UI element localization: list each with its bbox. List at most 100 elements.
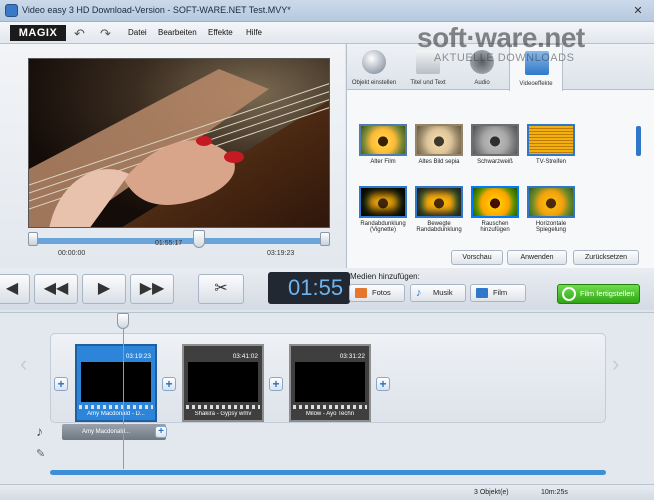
app-icon <box>5 4 18 17</box>
tab-label: Titel und Text <box>410 80 446 86</box>
finish-film-button[interactable]: Film fertigstellen <box>557 284 640 304</box>
in-marker-handle[interactable] <box>28 232 38 246</box>
effect-alter-film[interactable]: Alter Film <box>357 124 409 165</box>
clip-frame <box>295 362 365 402</box>
settings-icon <box>362 50 386 74</box>
fast-forward-button[interactable]: ▶▶ <box>130 274 174 304</box>
effect-label: Rauschen hinzufügen <box>480 221 510 233</box>
video-preview[interactable] <box>28 58 330 228</box>
add-music-button[interactable]: ♪ Musik <box>410 284 466 302</box>
project-length: 10m:25s <box>541 489 568 496</box>
clip-3[interactable]: 03:31:22 Milow - Ayo Techn <box>289 344 371 422</box>
transport-bar: ◀ ◀◀ ▶ ▶▶ ✂ 01:55 Medien hinzufügen: Fot… <box>0 268 654 310</box>
rewind-button[interactable]: ◀◀ <box>34 274 78 304</box>
media-add-label: Medien hinzufügen: <box>350 272 420 281</box>
insert-plus-icon[interactable]: + <box>155 426 167 438</box>
photo-icon <box>355 288 367 298</box>
finish-film-label: Film fertigstellen <box>580 289 635 298</box>
effect-label: Bewegte Randabdunklung <box>416 221 462 233</box>
clip-frame <box>188 362 258 402</box>
menu-hilfe[interactable]: Hilfe <box>246 28 262 37</box>
effect-label: Horizontale Spiegelung <box>535 221 567 233</box>
insert-plus-icon[interactable]: + <box>162 377 176 391</box>
add-film-label: Film <box>493 288 508 297</box>
effect-tv-streifen[interactable]: TV-Streifen <box>525 124 577 165</box>
effect-label: Schwarzweiß <box>477 159 513 165</box>
cut-scissors-button[interactable]: ✂ <box>198 274 244 304</box>
clip-duration: 03:31:22 <box>339 353 365 360</box>
music-track-icon: ♪ <box>36 423 43 439</box>
scissors-icon: ✂ <box>214 280 228 297</box>
effect-label: Randabdunklung (Vignette) <box>360 221 406 233</box>
title-bar: Video easy 3 HD Download-Version - SOFT-… <box>0 0 654 22</box>
audio-clip[interactable]: Amy Macdonald... <box>62 424 166 440</box>
close-icon[interactable]: ✕ <box>628 4 648 18</box>
watermark-tagline: AKTUELLE DOWNLOADS <box>434 52 575 64</box>
window-title: Video easy 3 HD Download-Version - SOFT-… <box>22 5 291 15</box>
watermark-logo: soft·ware.net <box>417 22 585 53</box>
film-perforation <box>186 405 260 409</box>
clip-frame <box>81 362 151 402</box>
timeline-playhead-handle[interactable] <box>117 313 129 329</box>
insert-plus-icon[interactable]: + <box>376 377 390 391</box>
timeline-playhead[interactable] <box>123 319 124 469</box>
effect-thumbnail <box>527 124 575 156</box>
effect-thumbnail <box>415 124 463 156</box>
clip-1[interactable]: 03:19:23 Amy Macdonald - D... <box>75 344 157 422</box>
undo-icon[interactable]: ↶ <box>74 26 85 42</box>
effect-thumbnail <box>359 124 407 156</box>
music-note-icon: ♪ <box>416 287 422 299</box>
clip-name: Amy Macdonald - D... <box>87 411 145 417</box>
insert-plus-icon[interactable]: + <box>269 377 283 391</box>
playhead-handle[interactable] <box>193 230 205 248</box>
out-marker-handle[interactable] <box>320 232 330 246</box>
chevron-left-icon[interactable]: ‹ <box>20 351 27 377</box>
insert-plus-icon[interactable]: + <box>54 377 68 391</box>
apply-button[interactable]: Anwenden <box>507 250 567 265</box>
add-photos-button[interactable]: Fotos <box>349 284 405 302</box>
tab-objekt-einstellen[interactable]: Objekt einstellen <box>347 44 401 90</box>
effect-label: Altes Bild sepia <box>418 159 460 165</box>
time-current: 01:55:17 <box>155 240 183 247</box>
menu-datei[interactable]: Datei <box>128 28 147 37</box>
skip-back-button[interactable]: ◀ <box>0 274 30 304</box>
clip-name: Shakira - Gypsy wmv <box>194 411 252 417</box>
chevron-right-icon[interactable]: › <box>612 351 619 377</box>
effect-schwarzweiss[interactable]: Schwarzweiß <box>469 124 521 165</box>
effect-thumbnail <box>527 186 575 218</box>
effect-rauschen-hinzufuegen[interactable]: Rauschen hinzufügen <box>469 186 521 233</box>
add-music-label: Musik <box>433 288 453 297</box>
effect-horizontale-spiegelung[interactable]: Horizontale Spiegelung <box>525 186 577 233</box>
effect-altes-bild-sepia[interactable]: Altes Bild sepia <box>413 124 465 165</box>
effect-bewegte-randabdunklung[interactable]: Bewegte Randabdunklung <box>413 186 465 233</box>
tab-label: Objekt einstellen <box>351 80 397 86</box>
reset-button[interactable]: Zurücksetzen <box>573 250 639 265</box>
menu-bearbeiten[interactable]: Bearbeiten <box>158 28 197 37</box>
effect-thumbnail <box>415 186 463 218</box>
effect-label: TV-Streifen <box>535 159 566 165</box>
effect-thumbnail <box>359 186 407 218</box>
effect-thumbnail <box>471 186 519 218</box>
redo-icon[interactable]: ↷ <box>100 26 111 42</box>
effects-scrollbar-thumb[interactable] <box>636 126 641 156</box>
status-bar: 3 Objekt(e) 10m:25s <box>0 484 654 500</box>
preview-panel: 00:00:00 01:55:17 03:19:23 <box>0 44 345 268</box>
voice-track-icon: ✎ <box>36 448 46 460</box>
clip-name: Milow - Ayo Techn <box>305 411 355 417</box>
film-icon <box>476 288 488 298</box>
effect-randabdunklung[interactable]: Randabdunklung (Vignette) <box>357 186 409 233</box>
clip-duration: 03:41:02 <box>232 353 258 360</box>
tab-label: Audio <box>474 80 490 86</box>
menu-effekte[interactable]: Effekte <box>208 28 233 37</box>
timeline-scrollbar[interactable] <box>50 470 606 475</box>
clip-2[interactable]: 03:41:02 Shakira - Gypsy wmv <box>182 344 264 422</box>
time-start: 00:00:00 <box>58 250 86 257</box>
play-button[interactable]: ▶ <box>82 274 126 304</box>
time-end: 03:19:23 <box>267 250 295 257</box>
effect-label: Alter Film <box>370 159 396 165</box>
tab-label: Videoeffekte <box>519 81 553 87</box>
preview-button[interactable]: Vorschau <box>451 250 503 265</box>
add-film-button[interactable]: Film <box>470 284 526 302</box>
film-perforation <box>79 405 153 409</box>
timecode-display: 01:55 <box>268 272 350 304</box>
